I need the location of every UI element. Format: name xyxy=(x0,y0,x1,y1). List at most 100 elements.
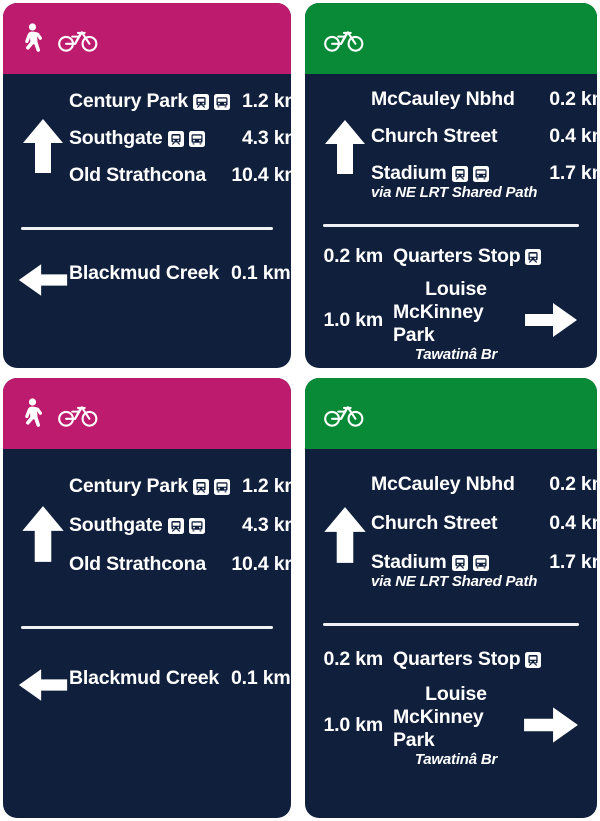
destination-distance: 0.4 km xyxy=(549,512,597,534)
destination-name: Stadium xyxy=(371,162,537,185)
sign-body: Century Park 1.2 km Southgate xyxy=(3,449,291,818)
destination-name: McCauley Nbhd xyxy=(371,88,515,110)
bus-icon xyxy=(472,554,489,571)
destination-row: Southgate 4.3 km xyxy=(69,127,291,164)
destination-group-right-2: 1.0 km Louise McKinney Park Tawatinâ Br xyxy=(319,683,583,768)
bus-icon xyxy=(188,517,205,534)
destination-subtext: via NE LRT Shared Path xyxy=(371,573,538,590)
destination-row: Blackmud Creek 0.1 km xyxy=(69,667,291,704)
destination-distance: 10.4 km xyxy=(231,164,291,186)
destination-name: Old Strathcona xyxy=(69,164,206,186)
bus-icon xyxy=(213,93,230,110)
sign-header-mode-strip xyxy=(3,3,291,74)
destination-row: Stadium via NE LRT Shared Path 1.7 km xyxy=(371,551,597,597)
destination-group-right-2: 1.0 km Louise McKinney Park Tawatinâ Br xyxy=(319,278,583,363)
bus-icon xyxy=(188,130,205,147)
destination-name: Church Street xyxy=(371,512,498,534)
destination-group-right-1: 0.2 km Quarters Stop xyxy=(319,648,583,671)
destination-name-line2: McKinney Park xyxy=(393,706,484,751)
section-divider xyxy=(323,623,579,626)
destination-row: Stadium via NE LRT Shared Path 1.7 km xyxy=(371,162,597,206)
pedestrian-icon xyxy=(21,22,43,55)
destination-rows: Blackmud Creek 0.1 km xyxy=(69,262,291,299)
sign-panel-top-left: Century Park 1.2 km Southgate xyxy=(3,3,291,368)
destination-name: Century Park xyxy=(69,90,230,113)
destination-distance: 1.0 km xyxy=(323,713,383,736)
sign-body: McCauley Nbhd 0.2 km Church Street 0.4 k… xyxy=(305,449,597,818)
destination-row: McCauley Nbhd 0.2 km xyxy=(371,473,597,512)
destination-row: Church Street 0.4 km xyxy=(371,125,597,162)
destination-row: Old Strathcona 10.4 km xyxy=(69,164,291,201)
sign-header-mode-strip xyxy=(305,378,597,449)
destination-rows: McCauley Nbhd 0.2 km Church Street 0.4 k… xyxy=(371,88,597,206)
destination-name: Southgate xyxy=(69,127,205,150)
lrt-icon xyxy=(167,517,184,534)
destination-distance: 1.2 km xyxy=(241,90,291,112)
pedestrian-icon xyxy=(21,397,43,430)
destination-distance: 4.3 km xyxy=(241,514,291,536)
destination-group-ahead: McCauley Nbhd 0.2 km Church Street 0.4 k… xyxy=(319,473,597,597)
arrow-right-icon xyxy=(519,300,583,340)
arrow-up-icon xyxy=(17,117,69,175)
destination-row: Old Strathcona 10.4 km xyxy=(69,553,291,592)
destination-subtext: via NE LRT Shared Path xyxy=(371,184,538,201)
lrt-icon xyxy=(525,651,542,668)
section-divider xyxy=(323,224,579,227)
destination-rows: McCauley Nbhd 0.2 km Church Street 0.4 k… xyxy=(371,473,597,597)
sign-header-mode-strip xyxy=(3,378,291,449)
destination-row: McCauley Nbhd 0.2 km xyxy=(371,88,597,125)
sign-panel-bottom-left: Century Park 1.2 km Southgate xyxy=(3,378,291,818)
destination-distance: 0.1 km xyxy=(231,261,291,284)
destination-distance: 0.2 km xyxy=(549,473,597,495)
wayfinding-sign-board: Century Park 1.2 km Southgate xyxy=(0,0,600,821)
sign-body: McCauley Nbhd 0.2 km Church Street 0.4 k… xyxy=(305,74,597,368)
destination-row: Southgate 4.3 km xyxy=(69,514,291,553)
section-divider xyxy=(21,626,273,629)
bicycle-icon xyxy=(57,25,99,53)
destination-distance: 1.7 km xyxy=(549,551,597,573)
destination-distance: 1.2 km xyxy=(241,475,291,497)
destination-distance: 0.1 km xyxy=(231,666,291,689)
destination-distance: 1.7 km xyxy=(549,162,597,184)
destination-name: Century Park xyxy=(69,475,230,498)
lrt-icon xyxy=(451,554,468,571)
destination-distance: 0.2 km xyxy=(323,648,383,670)
destination-name-line1: Louise xyxy=(425,278,487,300)
arrow-left-icon xyxy=(17,260,69,300)
sign-body: Century Park 1.2 km Southgate xyxy=(3,74,291,368)
destination-name-line1: Louise xyxy=(425,683,487,705)
section-divider xyxy=(21,227,273,230)
destination-name: Blackmud Creek xyxy=(69,261,220,284)
arrow-up-icon xyxy=(319,505,371,565)
destination-name: Quarters Stop xyxy=(393,648,542,671)
destination-group-ahead: Century Park 1.2 km Southgate xyxy=(17,90,291,201)
sign-panel-top-right: McCauley Nbhd 0.2 km Church Street 0.4 k… xyxy=(305,3,597,368)
destination-rows: Blackmud Creek 0.1 km xyxy=(69,667,291,704)
arrow-right-icon xyxy=(519,704,583,746)
destination-name: Stadium xyxy=(371,551,537,574)
destination-distance: 10.4 km xyxy=(231,553,291,575)
destination-name-block: Louise McKinney Park Tawatinâ Br xyxy=(383,683,519,768)
bicycle-icon xyxy=(57,400,99,428)
destination-group-left: Blackmud Creek 0.1 km xyxy=(17,664,291,706)
destination-name: Old Strathcona xyxy=(69,553,206,575)
destination-rows: Century Park 1.2 km Southgate xyxy=(69,475,291,592)
lrt-icon xyxy=(192,478,209,495)
destination-row: Church Street 0.4 km xyxy=(371,512,597,551)
arrow-left-icon xyxy=(17,664,69,706)
bus-icon xyxy=(472,165,489,182)
destination-group-right-1: 0.2 km Quarters Stop xyxy=(319,245,583,268)
destination-subtext: Tawatinâ Br xyxy=(414,346,498,363)
destination-distance: 0.2 km xyxy=(549,88,597,110)
destination-distance: 1.0 km xyxy=(323,308,383,331)
destination-distance: 0.4 km xyxy=(549,125,597,147)
destination-group-left: Blackmud Creek 0.1 km xyxy=(17,260,291,300)
lrt-icon xyxy=(451,165,468,182)
destination-name-block: Stadium via NE LRT Shared Path xyxy=(371,162,537,201)
destination-name: McCauley Nbhd xyxy=(371,473,515,495)
destination-name: Quarters Stop xyxy=(393,245,542,268)
lrt-icon xyxy=(525,248,542,265)
bicycle-icon xyxy=(323,400,365,428)
sign-header-mode-strip xyxy=(305,3,597,74)
lrt-icon xyxy=(167,130,184,147)
